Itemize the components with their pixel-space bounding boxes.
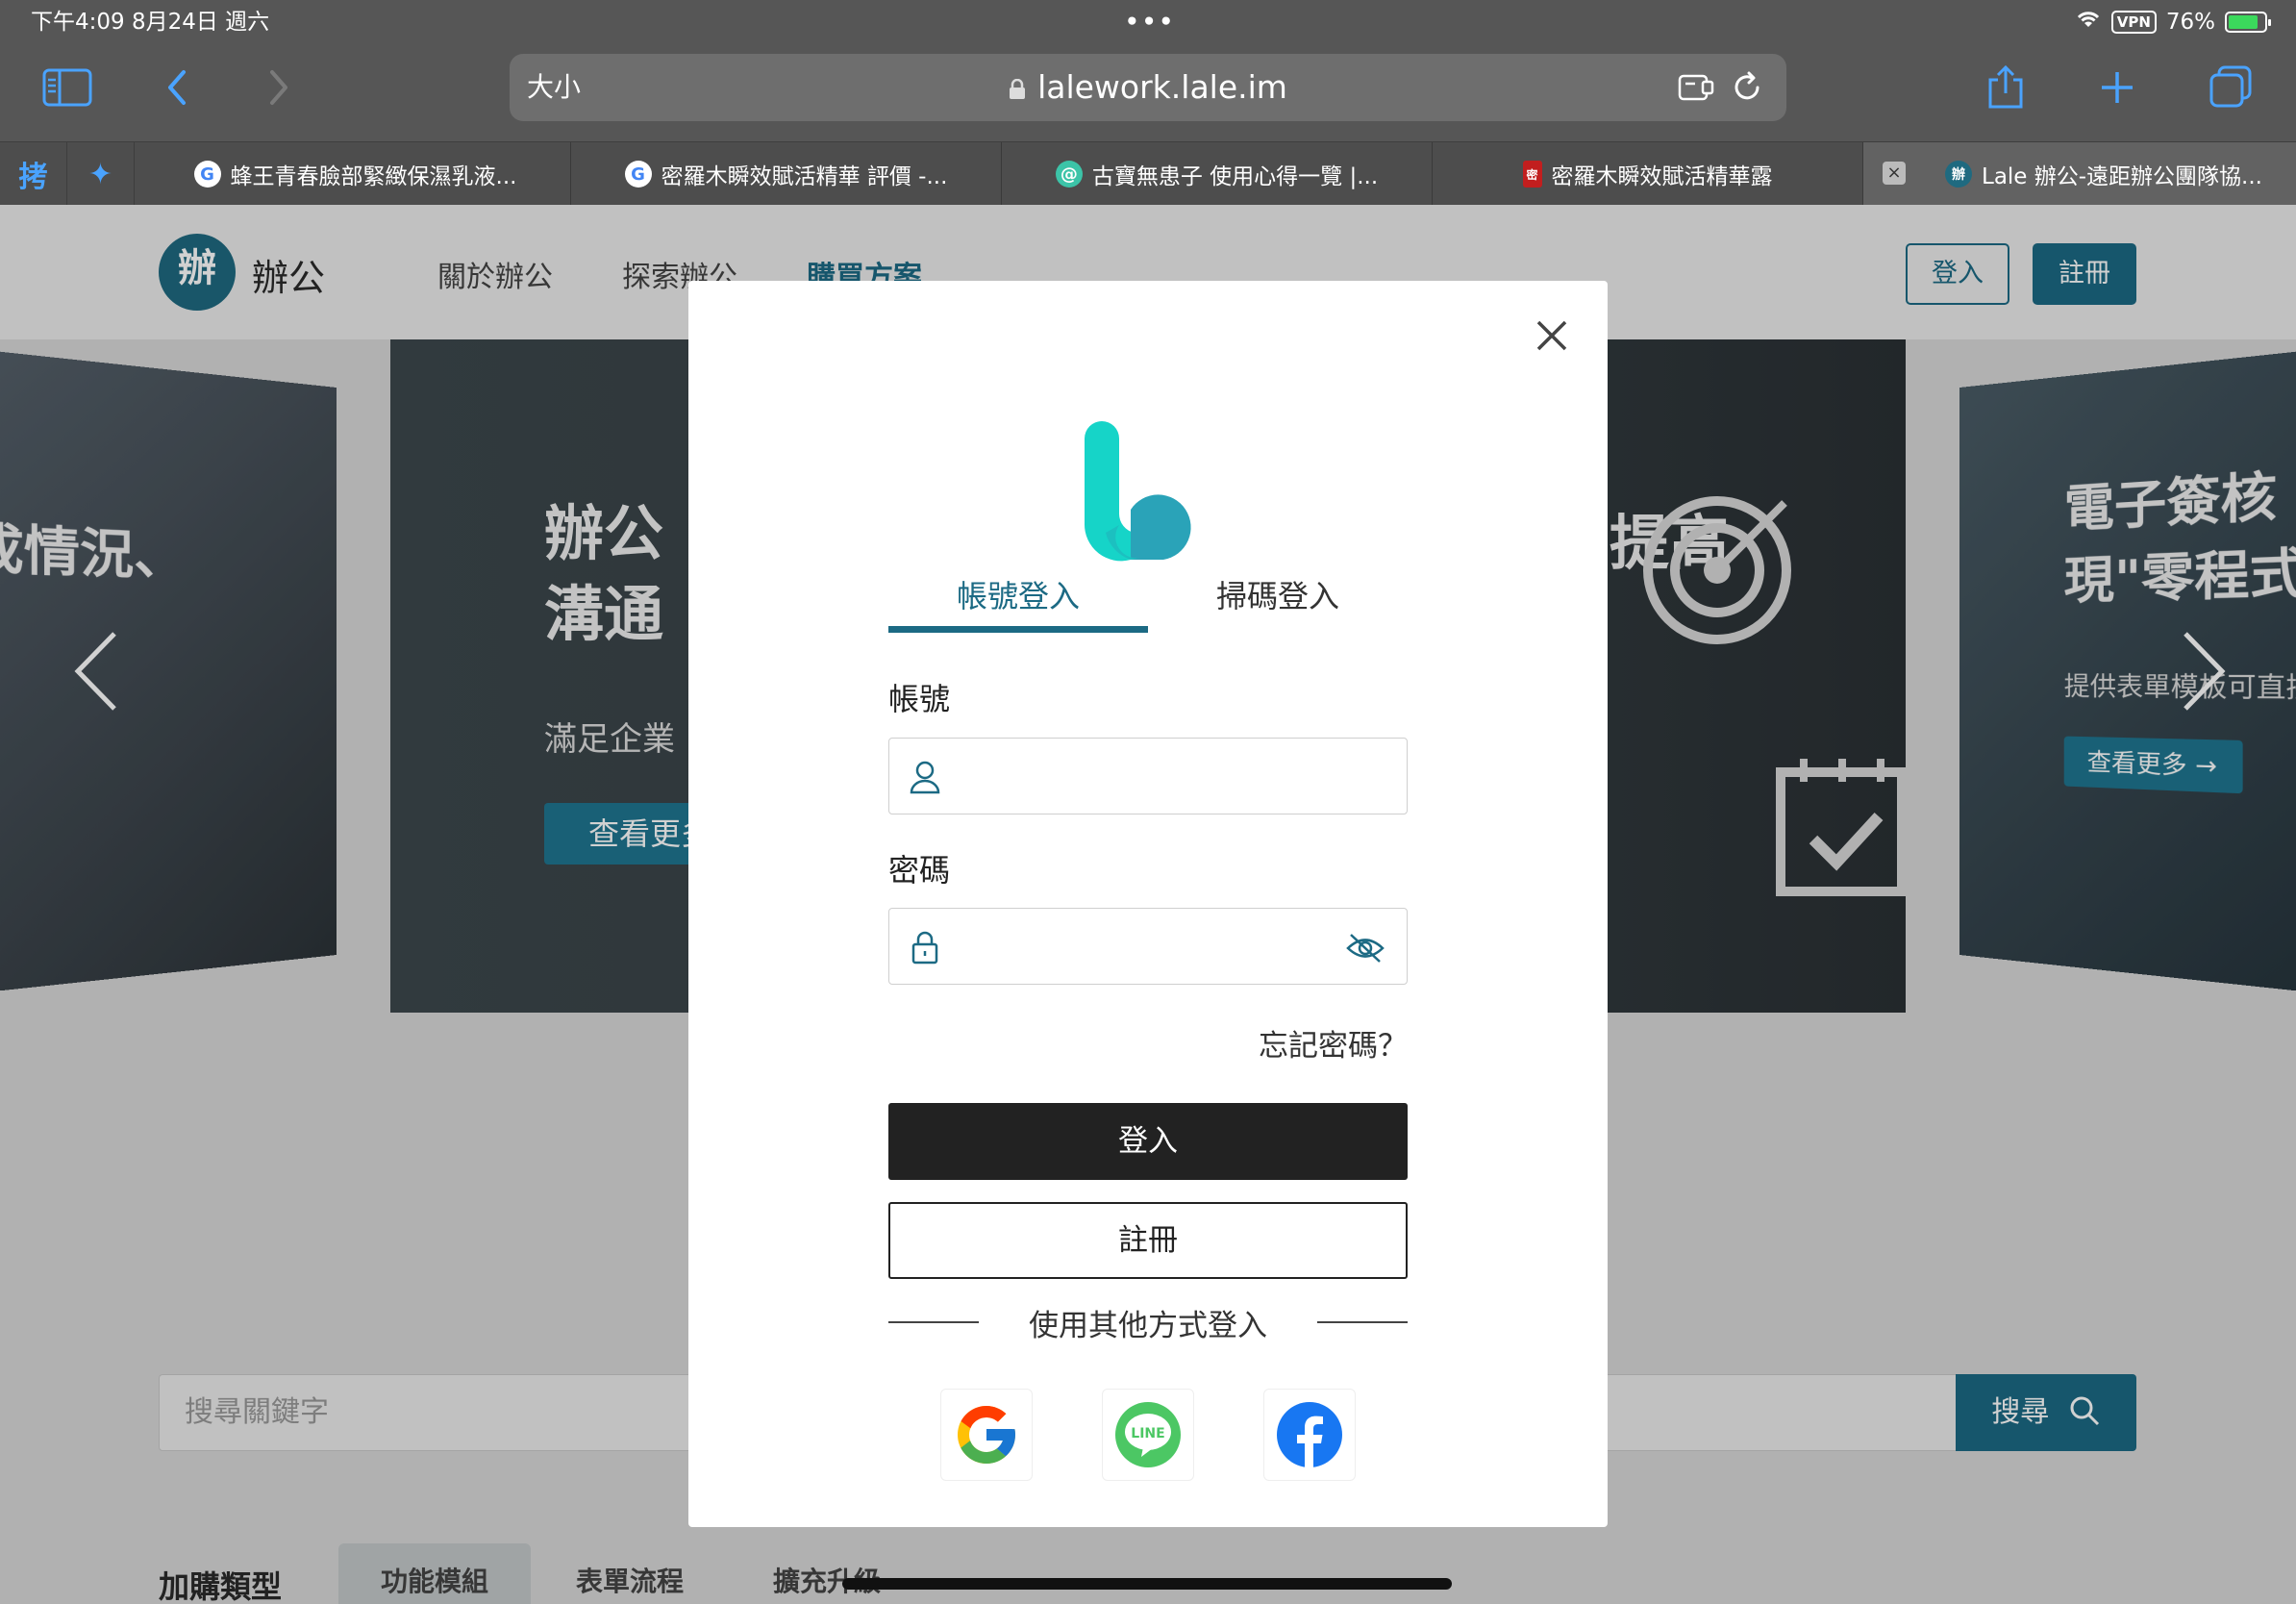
pinned-tab-1[interactable]: 拷 [0,142,67,206]
tab-account-login[interactable]: 帳號登入 [888,569,1148,633]
login-button[interactable]: 登入 [888,1103,1408,1180]
forward-icon[interactable] [252,63,306,112]
lock-icon [1009,56,1026,99]
tab-2[interactable]: G 密羅木瞬效賦活精華 評價 -... [571,142,1002,206]
header-register-button[interactable]: 註冊 [2033,243,2136,305]
close-icon[interactable] [1521,308,1583,369]
tab-4[interactable]: 密 密羅木瞬效賦活精華露 [1433,142,1863,206]
close-tab-icon[interactable]: × [1883,162,1906,185]
pinned-tab-2[interactable]: ✦ [67,142,135,206]
status-time-date: 下午4:09 8月24日 週六 [31,10,270,35]
wifi-icon [2075,8,2102,37]
carousel-next-icon[interactable] [2175,628,2233,724]
checklist-icon [1776,759,1906,896]
slide-right-title-2: 現"零程式 [2063,541,2296,611]
lale-favicon-icon: 辦 [1945,161,1972,188]
new-tab-icon[interactable] [2090,63,2144,112]
tab-3-label: 古寶無患子 使用心得一覽 |... [1091,164,1379,189]
google-favicon-icon: G [624,161,652,188]
forgot-password-link[interactable]: 忘記密碼？ [1259,1021,1408,1065]
slide-main-subtitle: 滿足企業 [544,720,675,759]
divider-line [1317,1321,1408,1323]
nav-about[interactable]: 關於辦公 [437,253,553,295]
register-button[interactable]: 註冊 [888,1202,1408,1279]
line-icon: LINE [1115,1402,1181,1467]
status-right: VPN 76% [2075,8,2271,37]
google-icon [958,1406,1015,1464]
tab-1[interactable]: G 蜂王青春臉部緊緻保濕乳液... [140,142,571,206]
tab-1-label: 蜂王青春臉部緊緻保濕乳液... [230,164,517,189]
reader-extension-icon[interactable] [1677,67,1717,108]
divider-line [888,1321,979,1323]
eye-off-icon[interactable] [1345,932,1385,965]
tabs-overview-icon[interactable] [2204,63,2258,112]
tab-qr-login[interactable]: 掃碼登入 [1148,569,1408,633]
facebook-icon [1277,1402,1342,1468]
back-icon[interactable] [150,63,204,112]
reload-icon[interactable] [1727,67,1767,108]
carousel-slide-right[interactable]: 電子簽核 現"零程式 提供表單模板可直接 查看更多 → [1959,348,2296,994]
at-favicon-icon: @ [1055,161,1083,188]
other-login-methods-label: 使用其他方式登入 [1029,1308,1267,1343]
tab-5-active[interactable]: × 辦 Lale 辦公-遠距辦公團隊協... [1863,142,2296,206]
target-icon [1643,496,1791,644]
page-search-button[interactable]: 搜尋 [1956,1374,2136,1451]
user-icon [910,761,940,794]
facebook-login-button[interactable] [1263,1389,1356,1481]
carousel-prev-icon[interactable] [67,628,125,724]
addon-tab-upgrades[interactable]: 擴充升級 [740,1543,913,1604]
slide-right-title-1: 電子簽核 [2063,465,2277,539]
site-favicon-icon: 密 [1522,161,1542,188]
password-input[interactable] [888,908,1408,985]
carousel-slide-left[interactable]: 成情況、 [0,348,337,994]
url-field[interactable]: lalework.lale.im [510,54,1786,121]
slide-main-title-1: 辦公 [544,498,664,568]
lock-icon [911,931,938,965]
addon-tab-modules[interactable]: 功能模組 [338,1543,531,1604]
slide-right-more-button[interactable]: 查看更多 → [2063,736,2243,794]
battery-percent: 76% [2165,10,2215,35]
site-logo-text[interactable]: 辦公 [252,248,325,301]
tab-2-label: 密羅木瞬效賦活精華 評價 -... [661,164,948,189]
google-login-button[interactable] [940,1389,1033,1481]
url-text: lalework.lale.im [1037,68,1287,106]
password-label: 密碼 [888,852,951,889]
line-login-button[interactable]: LINE [1102,1389,1194,1481]
google-favicon-icon: G [193,161,221,188]
account-label: 帳號 [888,681,951,717]
page-search-label: 搜尋 [1991,1395,2050,1429]
multitask-dots[interactable]: ••• [1125,8,1173,37]
home-indicator[interactable] [842,1578,1452,1590]
lale-logo-icon [1084,421,1191,562]
search-icon [2070,1396,2099,1426]
browser-chrome: 下午4:09 8月24日 週六 ••• VPN 76% 大小 lalework.… [0,0,2296,206]
other-login-methods-divider: 使用其他方式登入 [888,1298,1408,1346]
login-modal: 帳號登入 掃碼登入 帳號 密碼 忘記密碼？ 登入 註冊 使用其他方式登入 LIN… [688,281,1608,1527]
slide-main-title-2: 溝通 [544,579,664,649]
account-input[interactable] [888,738,1408,815]
tab-4-label: 密羅木瞬效賦活精華露 [1551,164,1773,189]
share-icon[interactable] [1979,63,2033,112]
slide-left-title: 成情況、 [0,516,187,588]
tab-5-label: Lale 辦公-遠距辦公團隊協... [1982,164,2262,189]
line-icon-text: LINE [1131,1426,1164,1441]
tab-3[interactable]: @ 古寶無患子 使用心得一覽 |... [1002,142,1433,206]
address-bar[interactable]: 大小 lalework.lale.im [510,54,1786,121]
battery-icon [2225,12,2271,33]
addon-type-label: 加購類型 [159,1568,283,1604]
tab-bar: 拷 ✦ G 蜂王青春臉部緊緻保濕乳液... G 密羅木瞬效賦活精華 評價 -..… [0,141,2296,206]
header-login-button[interactable]: 登入 [1906,243,2009,305]
site-logo[interactable]: 辦 [159,234,236,311]
addon-tab-forms[interactable]: 表單流程 [548,1543,711,1604]
sidebar-icon[interactable] [40,63,94,112]
vpn-badge: VPN [2110,11,2157,34]
